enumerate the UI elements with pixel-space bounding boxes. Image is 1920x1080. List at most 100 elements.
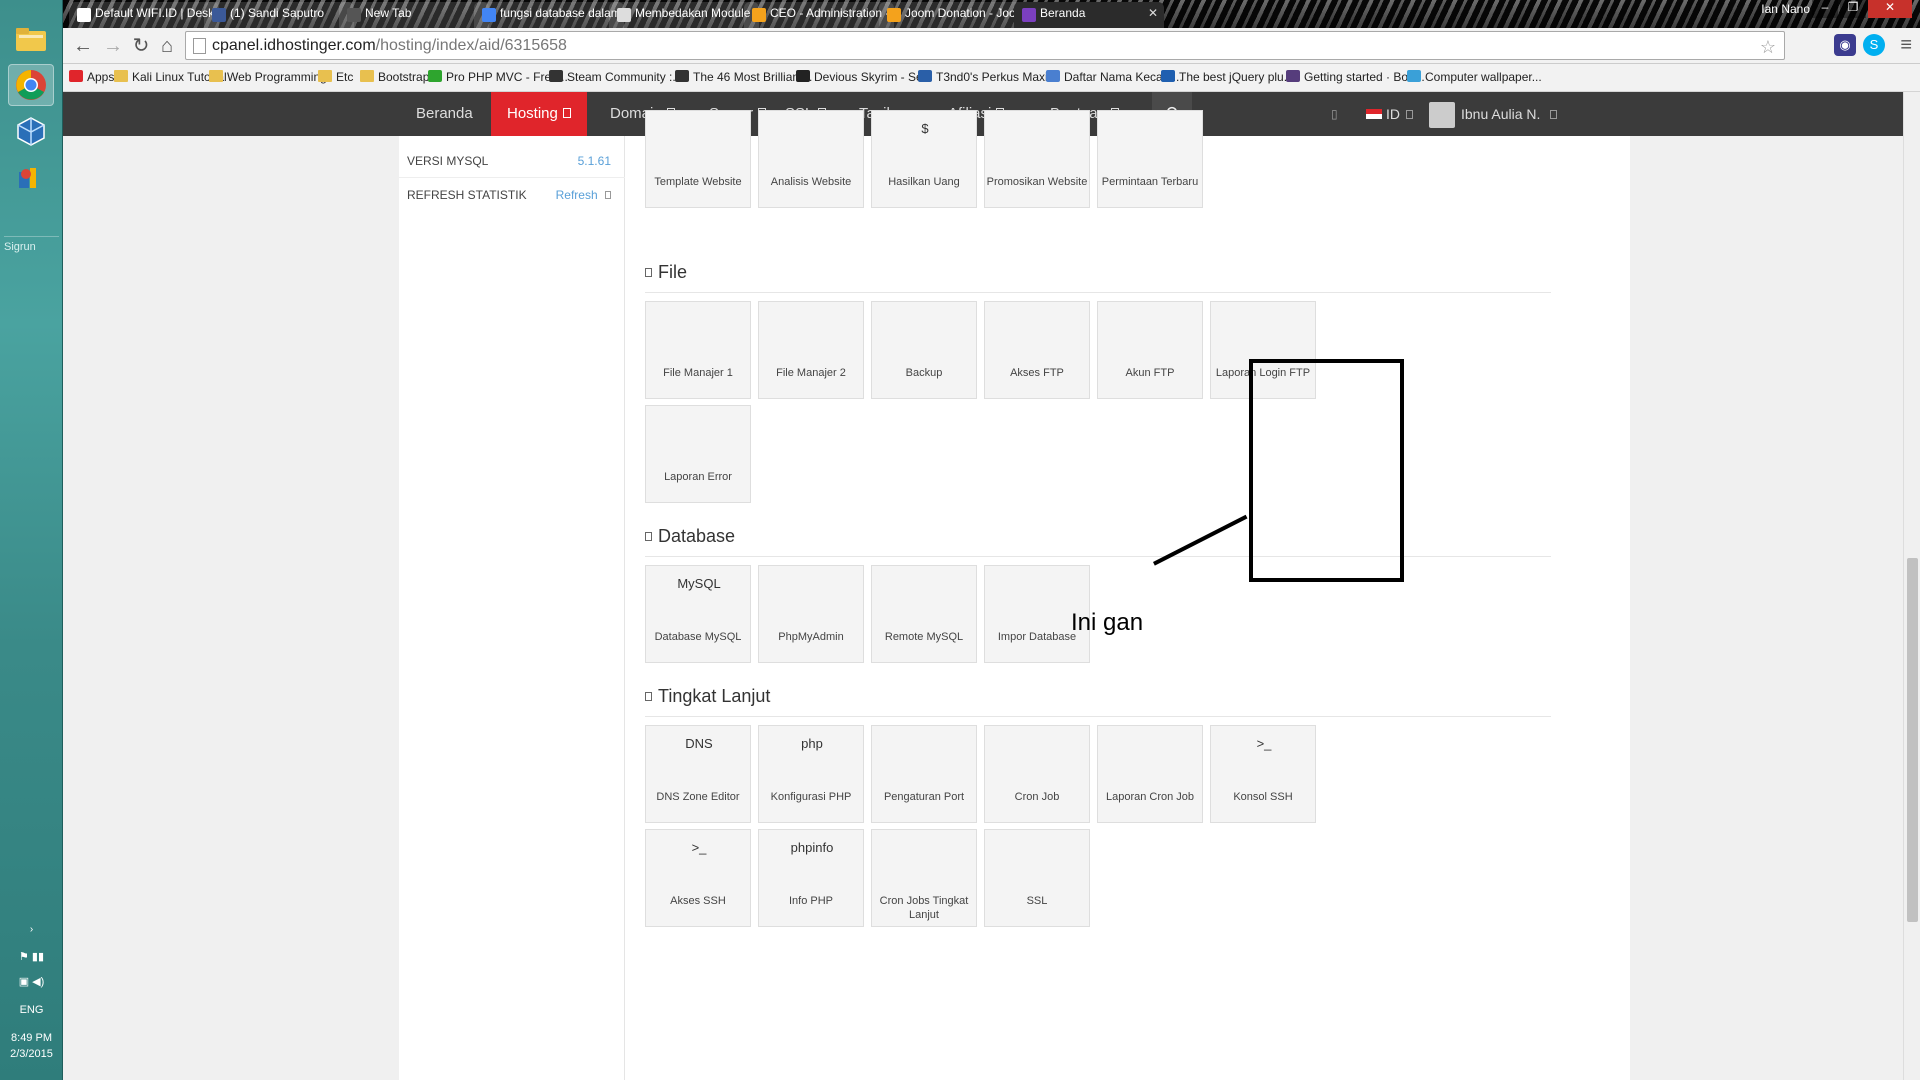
extension-icon[interactable]: ◉ xyxy=(1834,34,1856,56)
section-icon xyxy=(645,532,652,541)
browser-tab[interactable]: Beranda ✕ xyxy=(1014,2,1164,28)
tile-cron-jobs-tingkat-lanjut[interactable]: Cron Jobs Tingkat Lanjut xyxy=(871,829,977,927)
bookmark-item[interactable]: Computer wallpaper... xyxy=(1407,70,1542,84)
restore-button[interactable]: ❐ xyxy=(1840,0,1866,18)
tile-pengaturan-port[interactable]: Pengaturan Port xyxy=(871,725,977,823)
minimize-button[interactable]: – xyxy=(1812,0,1838,18)
tile-label: Akun FTP xyxy=(1125,367,1175,379)
close-window-button[interactable]: ✕ xyxy=(1868,0,1912,18)
section-title-text: Database xyxy=(658,526,736,546)
file-explorer-taskbar-button[interactable] xyxy=(8,18,54,60)
clock-time[interactable]: 8:49 PM xyxy=(0,1032,63,1044)
tile-cron-job[interactable]: Cron Job xyxy=(984,725,1090,823)
tab-title: Membedakan Module da xyxy=(635,6,759,20)
scrollbar-thumb[interactable] xyxy=(1907,558,1918,922)
show-hidden-icons-arrow[interactable]: › xyxy=(0,924,63,935)
section-title-advanced: Tingkat Lanjut xyxy=(645,686,770,707)
browser-tab[interactable]: Joom Donation - Joomla! xyxy=(879,2,1029,28)
info-php-icon: phpinfo xyxy=(786,840,838,892)
browser-tab[interactable]: fungsi database dalam jo xyxy=(474,2,624,28)
tile-ssl[interactable]: SSL xyxy=(984,829,1090,927)
back-arrow-icon[interactable]: ← xyxy=(71,34,95,58)
bookmark-item[interactable]: Web Programming xyxy=(209,70,327,84)
bookmark-star-icon[interactable]: ☆ xyxy=(1760,34,1776,61)
tile-analisis-website[interactable]: Analisis Website xyxy=(758,110,864,208)
page-scrollbar[interactable] xyxy=(1903,92,1920,1080)
tray-icons-row-2[interactable]: ▣ ◀) xyxy=(0,975,63,988)
notification-icon[interactable]: ▯ xyxy=(1331,92,1338,136)
tile-database-mysql[interactable]: MySQL Database MySQL xyxy=(645,565,751,663)
tile-dns-zone-editor[interactable]: DNS DNS Zone Editor xyxy=(645,725,751,823)
nav-hosting[interactable]: Hosting xyxy=(491,92,587,136)
language-indicator[interactable]: ENG xyxy=(0,1004,63,1016)
bookmark-item[interactable]: Steam Community :... xyxy=(549,70,682,84)
bookmarks-bar: Apps Kali Linux Tutorial Web Programming Et… xyxy=(63,64,1920,92)
tile-backup[interactable]: Backup xyxy=(871,301,977,399)
close-tab-icon[interactable]: ✕ xyxy=(1148,6,1158,20)
clock-date[interactable]: 2/3/2015 xyxy=(0,1048,63,1060)
tile-promosikan-website[interactable]: Promosikan Website xyxy=(984,110,1090,208)
nav-beranda[interactable]: Beranda xyxy=(400,92,489,136)
language-selector[interactable]: ID xyxy=(1366,92,1413,136)
chrome-profile-name[interactable]: Ian Nano xyxy=(1761,2,1810,16)
remote-mysql-icon xyxy=(899,576,951,628)
browser-tab[interactable]: New Tab xyxy=(339,2,489,28)
hasilkan-uang-icon: $ xyxy=(899,121,951,173)
skype-icon[interactable]: S xyxy=(1863,34,1885,56)
bookmark-favicon-icon xyxy=(1046,70,1060,82)
bookmark-item[interactable]: The best jQuery plu... xyxy=(1161,70,1294,84)
tile-label: Pengaturan Port xyxy=(883,791,965,803)
tile-hasilkan-uang[interactable]: $ Hasilkan Uang xyxy=(871,110,977,208)
bookmark-item[interactable]: T3nd0's Perkus Maxi... xyxy=(918,70,1058,84)
bookmark-item[interactable]: Bootstrap xyxy=(360,70,429,84)
tile-akses-ssh[interactable]: >_ Akses SSH xyxy=(645,829,751,927)
tray-icons-row-1[interactable]: ⚑ ▮▮ xyxy=(0,950,63,963)
tile-label: Akses SSH xyxy=(670,895,726,907)
bookmark-favicon-icon xyxy=(675,70,689,82)
tile-laporan-error[interactable]: Laporan Error xyxy=(645,405,751,503)
tile-phpmyadmin[interactable]: PhpMyAdmin xyxy=(758,565,864,663)
dropdown-icon xyxy=(1406,110,1413,119)
tile-akses-ftp[interactable]: Akses FTP xyxy=(984,301,1090,399)
main-panel: Template Website Analisis Website $ Hasilka… xyxy=(639,110,1599,1080)
bookmark-item[interactable]: Pro PHP MVC - Free... xyxy=(428,70,568,84)
chrome-menu-icon[interactable]: ≡ xyxy=(1900,34,1912,57)
browser-tab[interactable]: Membedakan Module da xyxy=(609,2,759,28)
tile-file-manajer-2[interactable]: File Manajer 2 xyxy=(758,301,864,399)
browser-tab[interactable]: Default WIFI.ID | Desktop xyxy=(69,2,219,28)
tile-label: File Manajer 1 xyxy=(663,367,733,379)
bookmark-label: Bootstrap xyxy=(378,70,430,84)
page-icon xyxy=(193,38,206,54)
konfigurasi-php-icon: php xyxy=(786,736,838,788)
tile-akun-ftp[interactable]: Akun FTP xyxy=(1097,301,1203,399)
browser-tab[interactable]: (1) Sandi Saputro xyxy=(204,2,354,28)
user-menu[interactable]: Ibnu Aulia N. xyxy=(1429,92,1558,136)
tile-konfigurasi-php[interactable]: php Konfigurasi PHP xyxy=(758,725,864,823)
home-icon[interactable]: ⌂ xyxy=(155,34,179,58)
virtualbox-taskbar-button[interactable] xyxy=(8,110,54,152)
tile-info-php[interactable]: phpinfo Info PHP xyxy=(758,829,864,927)
bookmark-item[interactable]: The 46 Most Brilliant... xyxy=(675,70,812,84)
tile-file-manajer-1[interactable]: File Manajer 1 xyxy=(645,301,751,399)
bookmark-item[interactable]: Etc xyxy=(318,70,353,84)
permintaan-terbaru-icon xyxy=(1125,121,1177,173)
tile-konsol-ssh[interactable]: >_ Konsol SSH xyxy=(1210,725,1316,823)
section-title-file: File xyxy=(645,262,687,283)
svg-text:>_: >_ xyxy=(691,840,707,855)
bookmark-item[interactable]: Devious Skyrim - Se... xyxy=(796,70,933,84)
tile-template-website[interactable]: Template Website xyxy=(645,110,751,208)
tile-remote-mysql[interactable]: Remote MySQL xyxy=(871,565,977,663)
chrome-taskbar-button[interactable] xyxy=(8,64,54,106)
browser-tab[interactable]: CEO - Administration - C xyxy=(744,2,894,28)
tile-permintaan-terbaru[interactable]: Permintaan Terbaru xyxy=(1097,110,1203,208)
bookmark-item[interactable]: Apps xyxy=(69,70,114,84)
tile-label: Akses FTP xyxy=(1010,367,1064,379)
refresh-stats-row: REFRESH STATISTIK Refresh xyxy=(399,178,625,212)
reload-icon[interactable]: ↻ xyxy=(129,34,153,58)
bookmark-item[interactable]: Getting started · Boo... xyxy=(1286,70,1425,84)
refresh-link[interactable]: Refresh xyxy=(556,188,611,202)
paint-taskbar-button[interactable] xyxy=(8,158,54,200)
forward-arrow-icon[interactable]: → xyxy=(101,34,125,58)
address-bar[interactable]: cpanel.idhostinger.com/hosting/index/aid… xyxy=(185,31,1785,60)
tile-laporan-cron-job[interactable]: Laporan Cron Job xyxy=(1097,725,1203,823)
